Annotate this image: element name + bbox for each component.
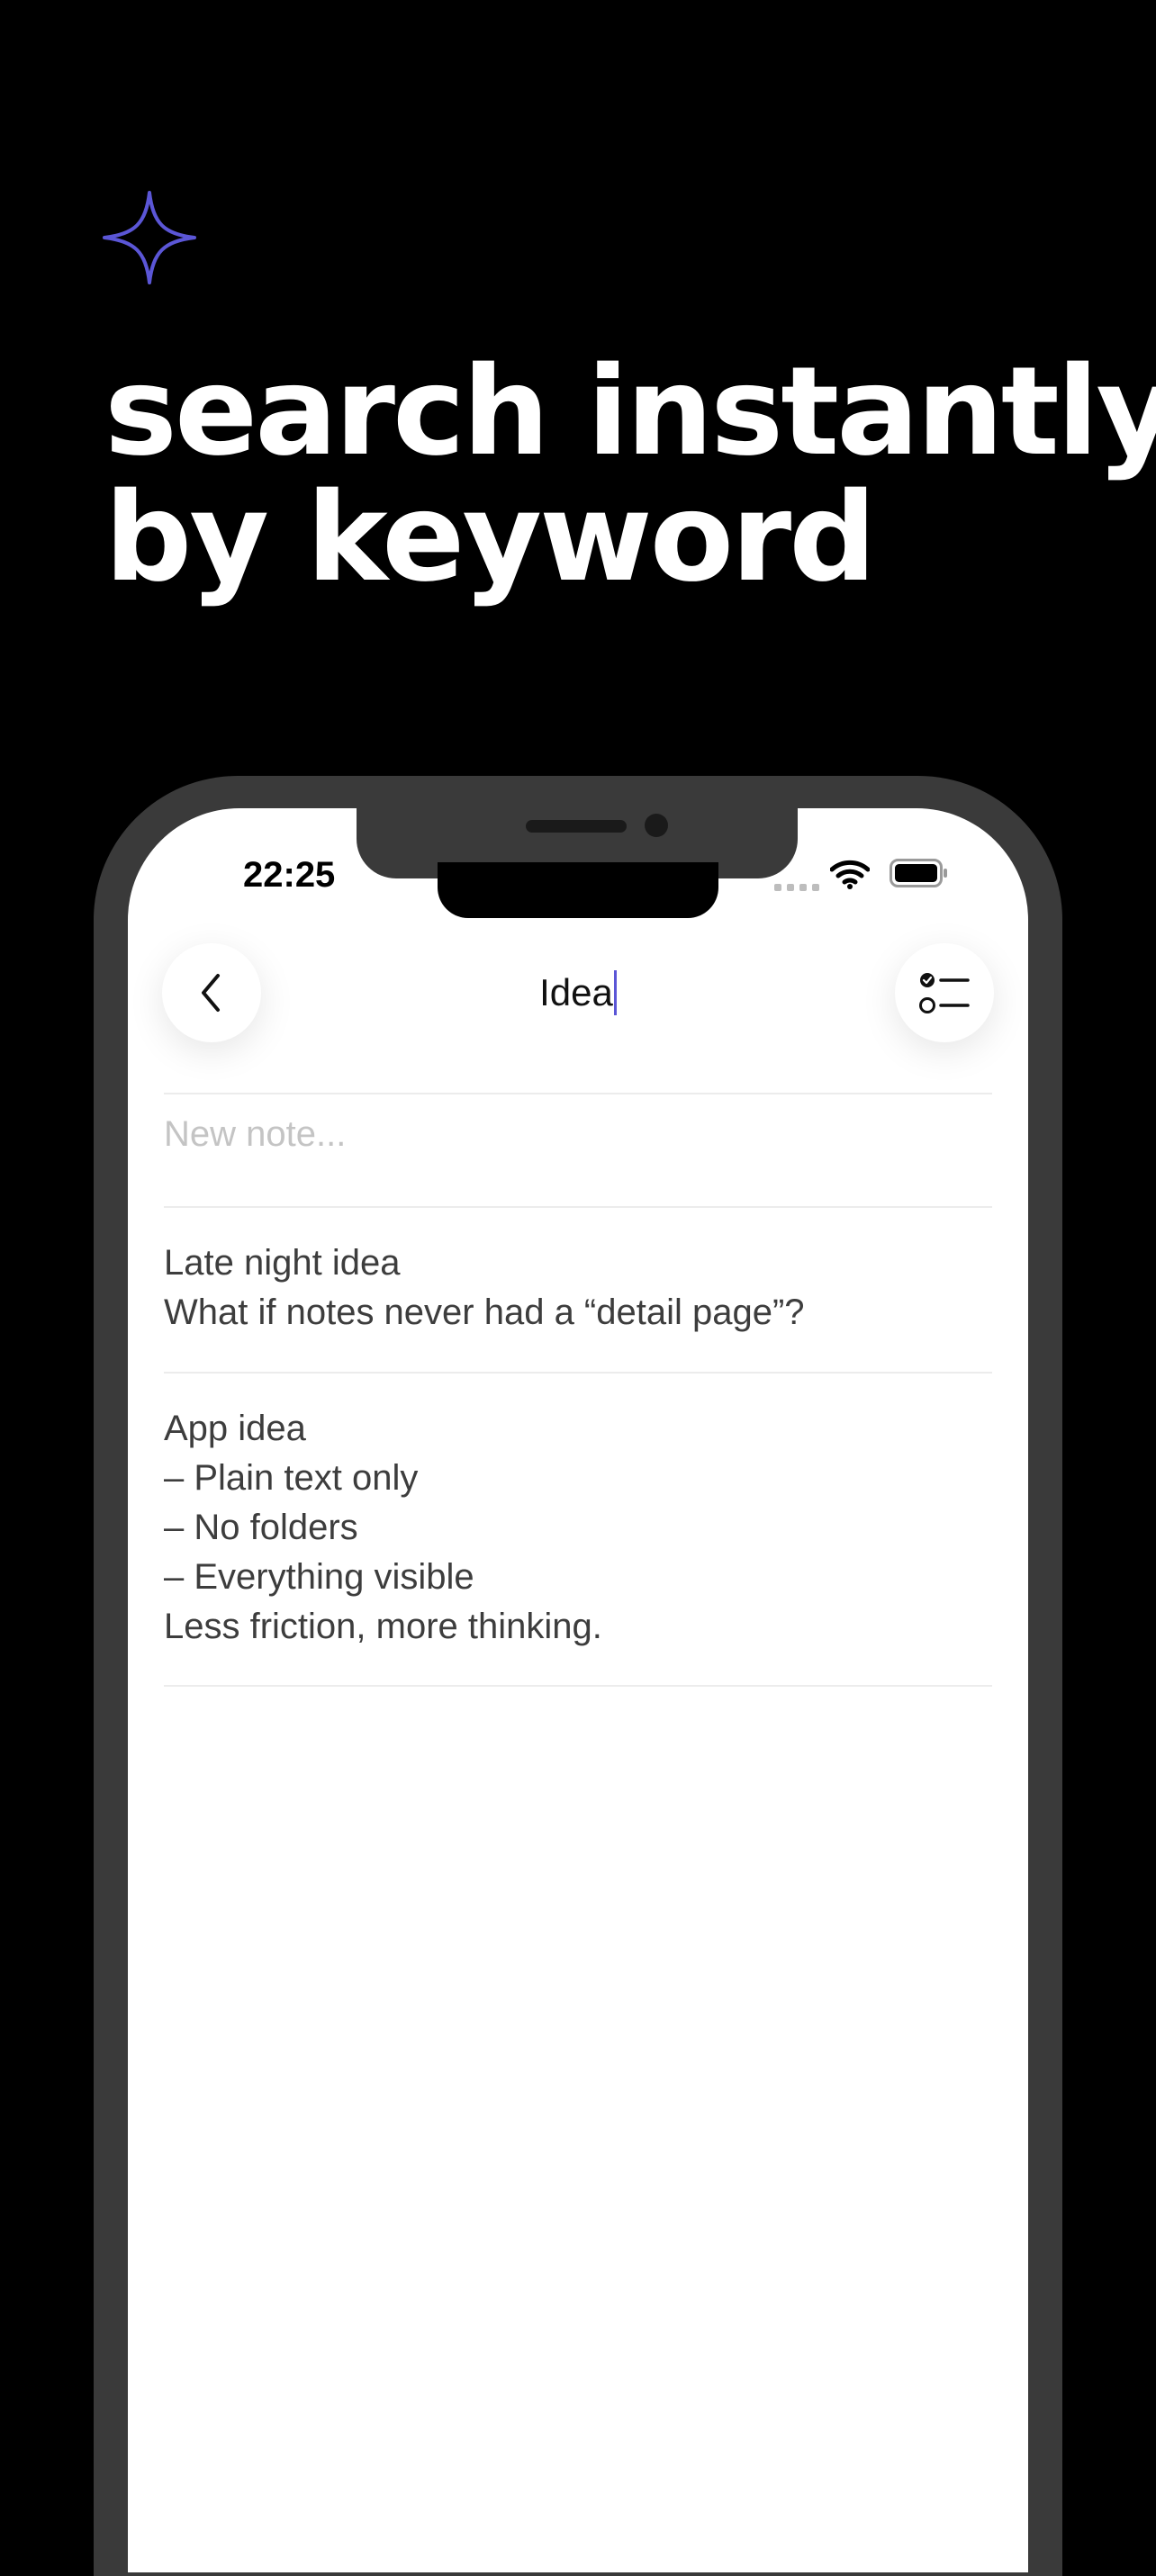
headline: search instantly by keyword <box>104 341 1156 609</box>
note-item[interactable]: App idea – Plain text only – No folders … <box>164 1404 992 1652</box>
signal-icon <box>774 884 819 891</box>
search-input[interactable]: Idea <box>326 961 830 1024</box>
note-line: – Plain text only <box>164 1458 419 1498</box>
new-note-input[interactable]: New note... <box>164 1114 346 1155</box>
headline-line-1: search instantly <box>104 341 1156 483</box>
checklist-button[interactable] <box>895 943 994 1042</box>
battery-icon <box>890 859 947 887</box>
back-button[interactable] <box>162 943 261 1042</box>
speaker-grille <box>526 820 627 833</box>
note-item[interactable]: Late night idea What if notes never had … <box>164 1238 992 1338</box>
note-line: Less friction, more thinking. <box>164 1607 602 1646</box>
note-line: – Everything visible <box>164 1557 474 1597</box>
divider <box>164 1372 992 1374</box>
search-query: Idea <box>539 971 613 1013</box>
phone-screen: 22:25 Idea New note... Late night idea W… <box>128 808 1028 2572</box>
chevron-left-icon <box>202 974 220 1012</box>
note-line: App idea <box>164 1409 306 1448</box>
divider <box>164 1093 992 1094</box>
checklist-icon <box>919 973 970 1013</box>
note-line: – No folders <box>164 1508 358 1547</box>
note-line: What if notes never had a “detail page”? <box>164 1293 805 1332</box>
status-time: 22:25 <box>243 855 336 895</box>
headline-line-2: by keyword <box>104 467 877 609</box>
note-line: Late night idea <box>164 1243 401 1283</box>
dynamic-island <box>438 862 718 918</box>
divider <box>164 1685 992 1687</box>
front-camera <box>645 814 668 837</box>
text-caret <box>613 969 617 1015</box>
divider <box>164 1206 992 1208</box>
sparkle-icon <box>103 191 196 284</box>
wifi-icon <box>830 860 870 889</box>
